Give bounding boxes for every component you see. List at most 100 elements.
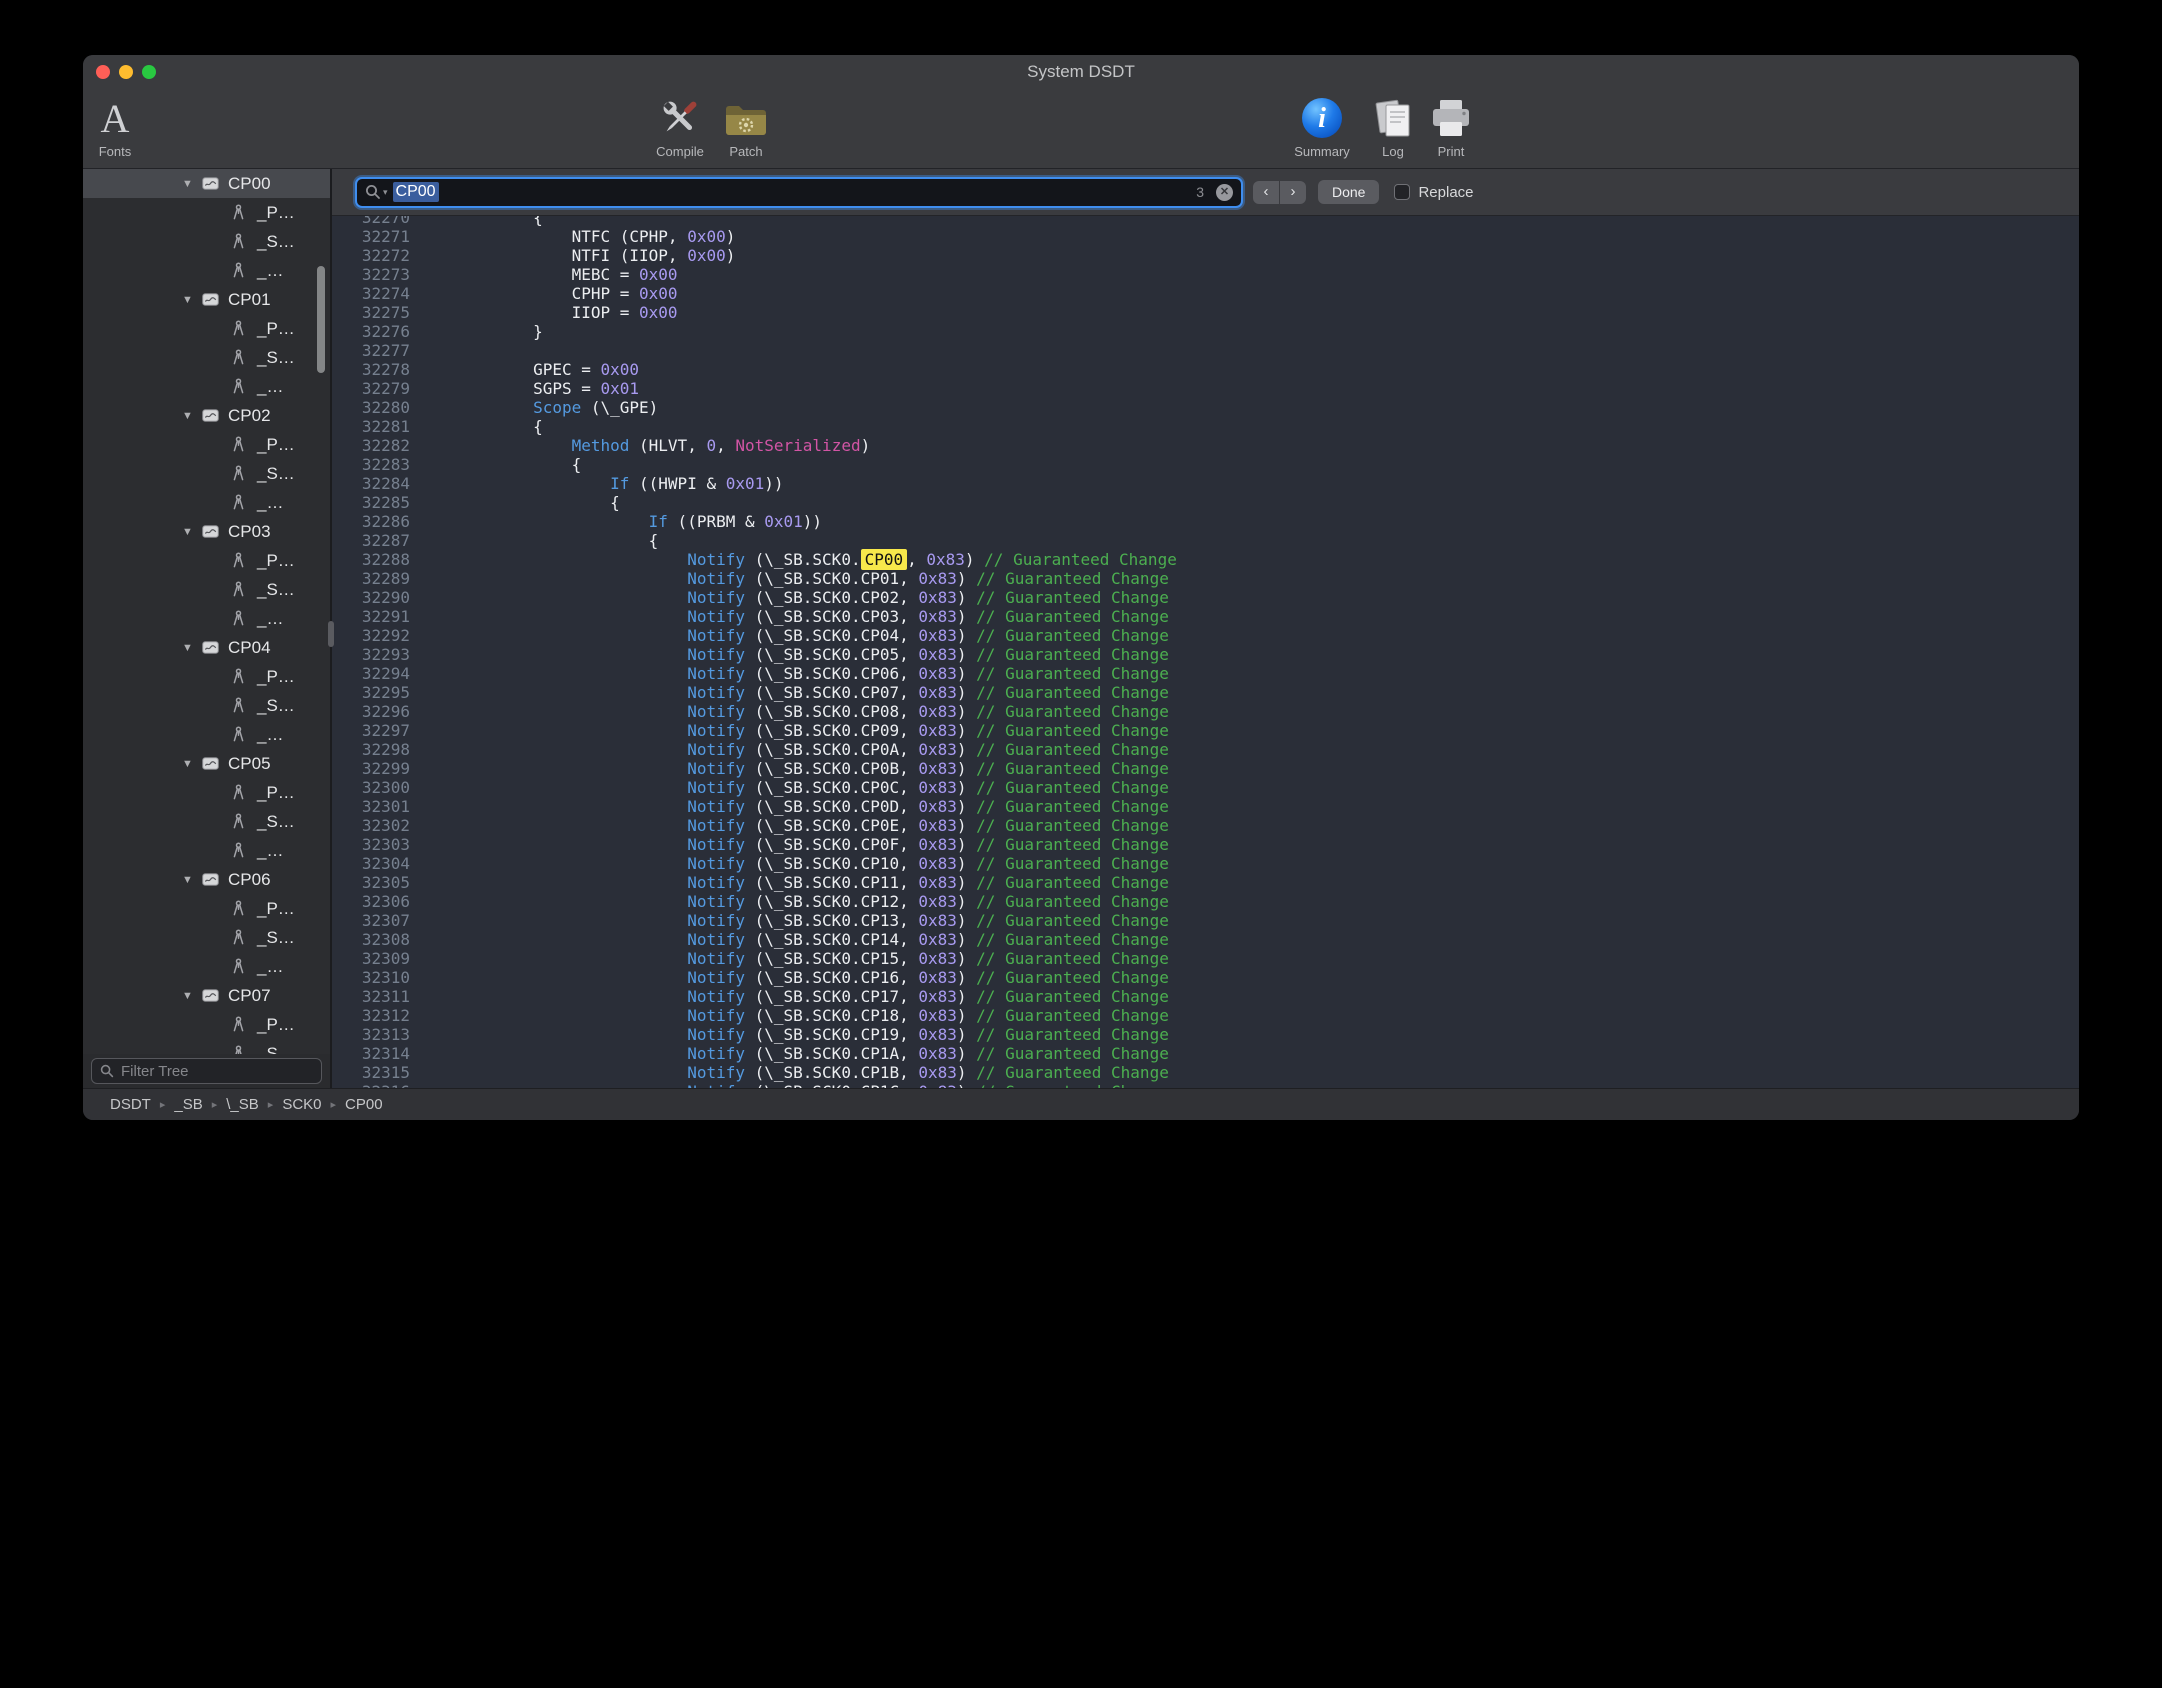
disclosure-triangle[interactable]: ▼ <box>182 642 202 654</box>
tree-item-method[interactable]: _… <box>83 836 330 865</box>
tree-item-method[interactable]: _P… <box>83 894 330 923</box>
close-button[interactable] <box>96 65 110 79</box>
clear-search-button[interactable]: ✕ <box>1216 184 1233 201</box>
method-icon <box>231 378 257 395</box>
tree-item-method[interactable]: _S… <box>83 575 330 604</box>
tree-item-label: _… <box>257 725 283 745</box>
code-line: 32278 GPEC = 0x00 <box>332 360 2079 379</box>
tree-item-method[interactable]: _… <box>83 720 330 749</box>
print-button[interactable]: Print <box>1413 93 1489 159</box>
code-line: 32310 Notify (\_SB.SCK0.CP16, 0x83) // G… <box>332 968 2079 987</box>
tree-item-label: _… <box>257 261 283 281</box>
method-icon <box>231 552 257 569</box>
patch-button[interactable]: Patch <box>708 93 784 159</box>
tree-item-method[interactable]: _S… <box>83 923 330 952</box>
find-input[interactable]: ▾ CP00 3 ✕ <box>355 177 1243 208</box>
method-icon <box>231 958 257 975</box>
match-count: 3 <box>1196 184 1204 200</box>
line-number: 32270 <box>332 216 410 227</box>
disclosure-triangle[interactable]: ▼ <box>182 758 202 770</box>
line-number: 32293 <box>332 645 410 664</box>
compile-button[interactable]: Compile <box>642 93 718 159</box>
tree-item-method[interactable]: _… <box>83 372 330 401</box>
zoom-button[interactable] <box>142 65 156 79</box>
filter-tree-input[interactable]: Filter Tree <box>91 1058 322 1084</box>
disclosure-triangle[interactable]: ▼ <box>182 294 202 306</box>
tree-item-cp03[interactable]: ▼CP03 <box>83 517 330 546</box>
tree-item-method[interactable]: _S… <box>83 807 330 836</box>
tree-item-cp06[interactable]: ▼CP06 <box>83 865 330 894</box>
disclosure-triangle[interactable]: ▼ <box>182 178 202 190</box>
tree-item-label: _S… <box>257 812 295 832</box>
split-divider[interactable] <box>330 169 332 1088</box>
scope-icon <box>202 641 228 654</box>
tree-item-cp04[interactable]: ▼CP04 <box>83 633 330 662</box>
line-number: 32272 <box>332 246 410 265</box>
code-line: 32290 Notify (\_SB.SCK0.CP02, 0x83) // G… <box>332 588 2079 607</box>
split-handle[interactable] <box>328 621 334 647</box>
code-line: 32308 Notify (\_SB.SCK0.CP14, 0x83) // G… <box>332 930 2079 949</box>
method-icon <box>231 900 257 917</box>
find-next-button[interactable]: › <box>1280 181 1306 204</box>
tree-item-cp07[interactable]: ▼CP07 <box>83 981 330 1010</box>
tree-item-cp05[interactable]: ▼CP05 <box>83 749 330 778</box>
tree-item-cp02[interactable]: ▼CP02 <box>83 401 330 430</box>
print-icon <box>1428 93 1474 143</box>
tree-item-method[interactable]: _… <box>83 488 330 517</box>
breadcrumb-item[interactable]: CP00 <box>345 1096 383 1113</box>
line-number: 32295 <box>332 683 410 702</box>
line-number: 32310 <box>332 968 410 987</box>
code-line: 32274 CPHP = 0x00 <box>332 284 2079 303</box>
disclosure-triangle[interactable]: ▼ <box>182 874 202 886</box>
method-icon <box>231 842 257 859</box>
fonts-button[interactable]: A Fonts <box>83 93 153 159</box>
filter-bar: Filter Tree <box>83 1054 330 1088</box>
breadcrumb-item[interactable]: \_SB <box>226 1096 259 1113</box>
search-icon[interactable]: ▾ <box>365 184 388 200</box>
tree-item-method[interactable]: _S… <box>83 343 330 372</box>
tree-item-label: _P… <box>257 551 295 571</box>
code-line: 32306 Notify (\_SB.SCK0.CP12, 0x83) // G… <box>332 892 2079 911</box>
tree-item-method[interactable]: _P… <box>83 198 330 227</box>
code-line: 32289 Notify (\_SB.SCK0.CP01, 0x83) // G… <box>332 569 2079 588</box>
breadcrumb-item[interactable]: SCK0 <box>282 1096 321 1113</box>
code-editor[interactable]: 32270 {32271 NTFC (CPHP, 0x00)32272 NTFI… <box>332 216 2079 1088</box>
titlebar[interactable]: System DSDT <box>83 55 2079 89</box>
line-number: 32273 <box>332 265 410 284</box>
breadcrumb-separator: ▸ <box>212 1098 218 1111</box>
tree-item-method[interactable]: _… <box>83 604 330 633</box>
code-line: 32302 Notify (\_SB.SCK0.CP0E, 0x83) // G… <box>332 816 2079 835</box>
code-line: 32284 If ((HWPI & 0x01)) <box>332 474 2079 493</box>
tree-item-method[interactable]: _P… <box>83 1010 330 1039</box>
line-number: 32290 <box>332 588 410 607</box>
minimize-button[interactable] <box>119 65 133 79</box>
method-icon <box>231 697 257 714</box>
done-button[interactable]: Done <box>1318 180 1379 204</box>
fonts-label: Fonts <box>99 144 132 159</box>
tree-item-method[interactable]: _P… <box>83 546 330 575</box>
tree-item-method[interactable]: _S… <box>83 459 330 488</box>
code-line: 32309 Notify (\_SB.SCK0.CP15, 0x83) // G… <box>332 949 2079 968</box>
disclosure-triangle[interactable]: ▼ <box>182 410 202 422</box>
tree-item-method[interactable]: _… <box>83 952 330 981</box>
replace-checkbox[interactable] <box>1394 184 1410 200</box>
breadcrumb-item[interactable]: DSDT <box>110 1096 151 1113</box>
tree-item-method[interactable]: _P… <box>83 662 330 691</box>
tree-item-method[interactable]: _P… <box>83 778 330 807</box>
tree-item-method[interactable]: _S… <box>83 691 330 720</box>
disclosure-triangle[interactable]: ▼ <box>182 526 202 538</box>
tree-item-method[interactable]: _P… <box>83 430 330 459</box>
tree-item-cp00[interactable]: ▼CP00 <box>83 169 330 198</box>
tree-item-method[interactable]: _S… <box>83 227 330 256</box>
find-previous-button[interactable]: ‹ <box>1253 181 1279 204</box>
tree-item-method[interactable]: _… <box>83 256 330 285</box>
code-line: 32300 Notify (\_SB.SCK0.CP0C, 0x83) // G… <box>332 778 2079 797</box>
tree-item-cp01[interactable]: ▼CP01 <box>83 285 330 314</box>
code-line: 32298 Notify (\_SB.SCK0.CP0A, 0x83) // G… <box>332 740 2079 759</box>
sidebar-scrollbar[interactable] <box>317 266 325 373</box>
tree-item-label: _S… <box>257 928 295 948</box>
breadcrumb-item[interactable]: _SB <box>174 1096 202 1113</box>
tree-item-method[interactable]: _P… <box>83 314 330 343</box>
disclosure-triangle[interactable]: ▼ <box>182 990 202 1002</box>
summary-button[interactable]: i Summary <box>1284 93 1360 159</box>
